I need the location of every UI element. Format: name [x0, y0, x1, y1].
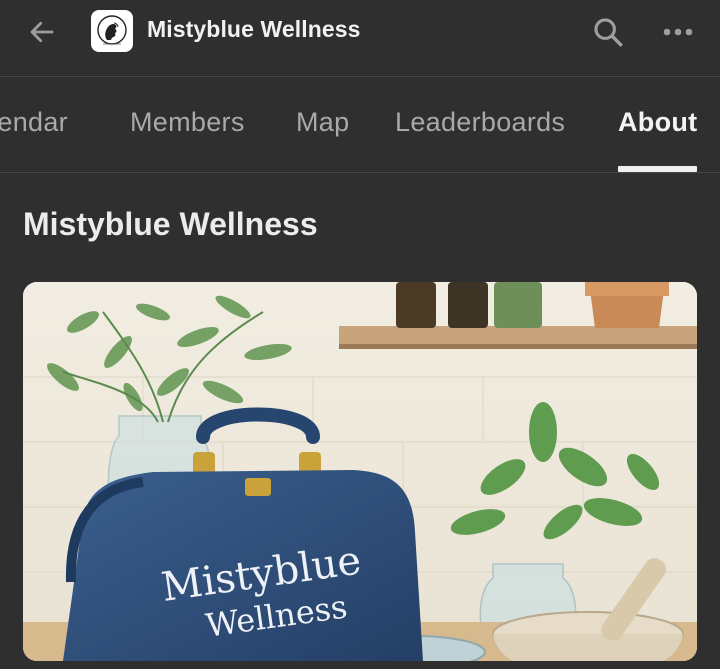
tab-about[interactable]: About — [618, 107, 697, 138]
page-title: Mistyblue Wellness — [23, 206, 318, 242]
active-tab-indicator — [618, 166, 697, 172]
more-options-button[interactable] — [656, 12, 700, 52]
back-button[interactable] — [22, 12, 62, 52]
arrow-left-icon — [30, 21, 54, 43]
hero-image: Mistyblue Wellness — [23, 282, 697, 661]
profile-silhouette-icon — [97, 15, 127, 45]
more-horizontal-icon — [663, 28, 693, 36]
tab-calendar[interactable]: Calendar — [0, 107, 68, 138]
tab-bar: Calendar Members Map Leaderboards About — [0, 77, 720, 173]
tab-members[interactable]: Members — [130, 107, 245, 138]
group-logo[interactable] — [91, 10, 133, 52]
tab-map[interactable]: Map — [296, 107, 349, 138]
search-icon — [594, 18, 623, 47]
tab-leaderboards[interactable]: Leaderboards — [395, 107, 565, 138]
app-bar: Mistyblue Wellness — [0, 0, 720, 77]
search-button[interactable] — [588, 12, 628, 52]
app-title: Mistyblue Wellness — [147, 16, 361, 42]
